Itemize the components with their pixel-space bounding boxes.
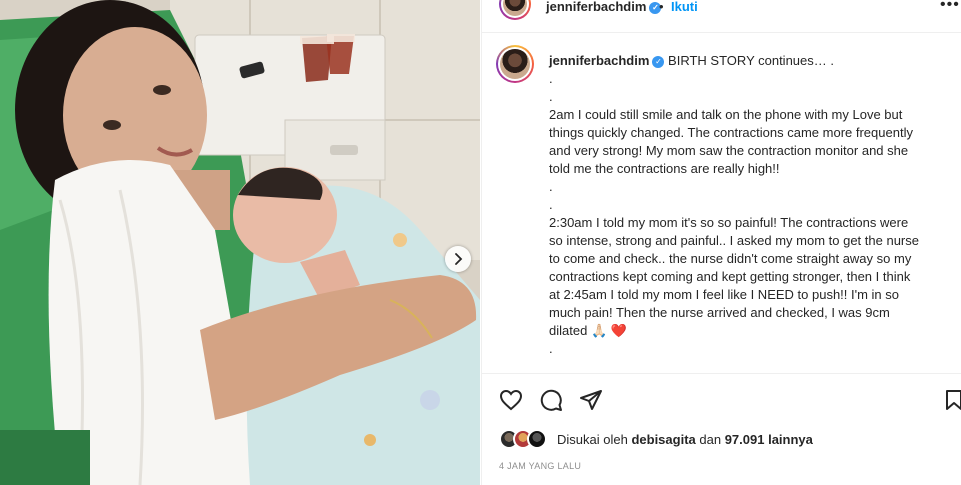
liker-avatar[interactable] <box>527 429 547 449</box>
verified-badge-icon: ✓ <box>652 55 665 68</box>
next-photo-button[interactable] <box>445 246 471 272</box>
photo-illustration <box>0 0 480 485</box>
caption-line: to come and check.. the nurse didn't com… <box>549 251 912 266</box>
likes-count[interactable]: 97.091 lainnya <box>725 432 813 447</box>
caption-line: contractions kept coming and kept gettin… <box>549 269 911 284</box>
caption-line: told me the contractions are really high… <box>549 161 780 176</box>
caption-line-text: dilated <box>549 323 588 338</box>
heart-outline-icon <box>499 389 523 411</box>
caption-line: . <box>549 89 553 104</box>
caption-line: at 2:45am I told my mom I feel like I NE… <box>549 287 900 302</box>
caption-line: dilated 🙏🏻 ❤️ <box>549 322 951 340</box>
caption-line: . <box>549 197 553 212</box>
caption-line: 2am I could still smile and talk on the … <box>549 107 903 122</box>
actions-divider <box>482 373 961 374</box>
post-timestamp[interactable]: 4 JAM YANG LALU <box>499 461 581 471</box>
more-options-button[interactable]: ••• <box>940 0 960 14</box>
action-bar <box>482 386 961 414</box>
caption-line: . <box>549 341 553 356</box>
header-separator: • <box>659 0 664 14</box>
liker-username[interactable]: debisagita <box>631 432 695 447</box>
caption-line-text: BIRTH STORY continues… . <box>668 53 834 68</box>
caption-line: much pain! Then the nurse arrived and ch… <box>549 305 890 320</box>
save-button[interactable] <box>940 386 961 414</box>
caption-text: jenniferbachdim ✓ BIRTH STORY continues… … <box>549 52 951 358</box>
likes-summary: Disukai oleh debisagita dan 97.091 lainn… <box>499 429 959 451</box>
author-username-text[interactable]: jenniferbachdim <box>546 0 646 14</box>
like-button[interactable] <box>497 386 525 414</box>
paper-plane-icon <box>580 390 602 410</box>
bookmark-icon <box>946 390 961 410</box>
share-button[interactable] <box>577 386 605 414</box>
post-header: jenniferbachdim ✓ • Ikuti ••• <box>482 0 961 20</box>
post-photo <box>0 0 480 485</box>
author-avatar[interactable] <box>499 0 531 20</box>
likes-text: Disukai oleh debisagita dan 97.091 lainn… <box>557 432 813 447</box>
comment-bubble-icon <box>540 389 562 411</box>
header-divider <box>482 32 961 33</box>
caption-line: . <box>549 71 553 86</box>
caption-line: jenniferbachdim ✓ BIRTH STORY continues… … <box>549 52 951 70</box>
caption-line: and very strong! My mom saw the contract… <box>549 143 909 158</box>
likes-connector: dan <box>699 432 722 447</box>
follow-button[interactable]: Ikuti <box>671 0 698 14</box>
likes-prefix: Disukai oleh <box>557 432 628 447</box>
post-panel: jenniferbachdim ✓ • Ikuti ••• jenniferbac… <box>481 0 961 485</box>
author-username[interactable]: jenniferbachdim ✓ <box>546 0 662 14</box>
caption-line: 2:30am I told my mom it's so so painful!… <box>549 215 909 230</box>
caption-author-avatar[interactable] <box>496 45 534 83</box>
caption-line: so intense, strong and painful.. I asked… <box>549 233 919 248</box>
chevron-right-icon <box>455 253 463 265</box>
caption-line: things quickly changed. The contractions… <box>549 125 913 140</box>
comment-button[interactable] <box>537 386 565 414</box>
caption-line: . <box>549 179 553 194</box>
emoji-text: 🙏🏻 ❤️ <box>590 323 627 338</box>
caption-username[interactable]: jenniferbachdim <box>549 53 649 68</box>
